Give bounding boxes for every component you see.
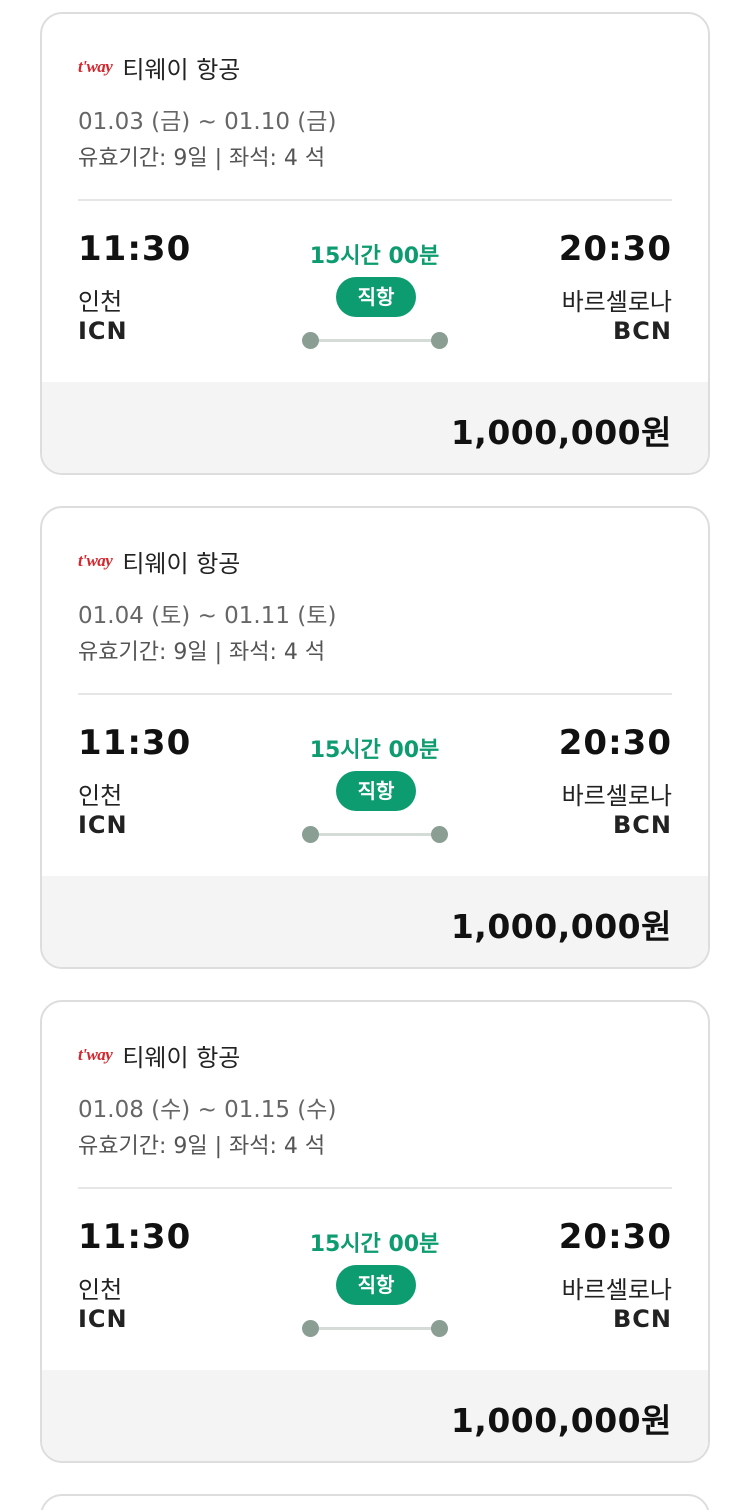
route-end-dot-icon xyxy=(431,332,448,349)
arrival-city: 바르셀로나 xyxy=(561,288,672,316)
flight-duration: 15시간 00분 xyxy=(309,244,440,269)
arrival-code: BCN xyxy=(613,811,672,839)
price-bar: 1,000,000원 xyxy=(42,876,708,967)
departure-city: 인천 xyxy=(78,1276,123,1304)
divider xyxy=(78,1187,672,1189)
departure-time: 11:30 xyxy=(78,229,192,269)
flight-duration: 15시간 00분 xyxy=(309,738,440,763)
arrival-code: BCN xyxy=(613,317,672,345)
tway-logo-icon: t'way xyxy=(78,57,113,76)
arrival-time: 20:30 xyxy=(558,1217,672,1257)
direct-flight-badge: 직항 xyxy=(336,1265,416,1305)
arrival-time: 20:30 xyxy=(558,723,672,763)
route-start-dot-icon xyxy=(302,1320,319,1337)
price: 1,000,000원 xyxy=(450,413,672,452)
travel-dates: 01.08 (수) ~ 01.15 (수) xyxy=(78,1097,337,1123)
route-end-dot-icon xyxy=(431,1320,448,1337)
airline-row: t'way 티웨이 항공 xyxy=(78,52,241,84)
validity-seats: 유효기간: 9일 | 좌석: 4 석 xyxy=(78,1134,326,1159)
airline-name: 티웨이 항공 xyxy=(122,549,241,578)
tway-logo-icon: t'way xyxy=(78,1045,113,1064)
route-start-dot-icon xyxy=(302,332,319,349)
arrival-city: 바르셀로나 xyxy=(561,782,672,810)
route-line xyxy=(310,833,442,836)
price: 1,000,000원 xyxy=(450,1401,672,1440)
flight-card-partial[interactable] xyxy=(40,1494,710,1510)
route-start-dot-icon xyxy=(302,826,319,843)
arrival-code: BCN xyxy=(613,1305,672,1333)
tway-logo-icon: t'way xyxy=(78,551,113,570)
route-end-dot-icon xyxy=(431,826,448,843)
departure-city: 인천 xyxy=(78,782,123,810)
flight-duration: 15시간 00분 xyxy=(309,1232,440,1257)
departure-code: ICN xyxy=(78,317,128,345)
departure-time: 11:30 xyxy=(78,1217,192,1257)
departure-code: ICN xyxy=(78,1305,128,1333)
departure-city: 인천 xyxy=(78,288,123,316)
price: 1,000,000원 xyxy=(450,907,672,946)
flight-card[interactable]: t'way 티웨이 항공 01.03 (금) ~ 01.10 (금) 유효기간:… xyxy=(40,12,710,475)
flight-card[interactable]: t'way 티웨이 항공 01.04 (토) ~ 01.11 (토) 유효기간:… xyxy=(40,506,710,969)
airline-name: 티웨이 항공 xyxy=(122,55,241,84)
flight-card[interactable]: t'way 티웨이 항공 01.08 (수) ~ 01.15 (수) 유효기간:… xyxy=(40,1000,710,1463)
flight-list: t'way 티웨이 항공 01.03 (금) ~ 01.10 (금) 유효기간:… xyxy=(0,0,750,1510)
validity-seats: 유효기간: 9일 | 좌석: 4 석 xyxy=(78,640,326,665)
divider xyxy=(78,693,672,695)
departure-code: ICN xyxy=(78,811,128,839)
validity-seats: 유효기간: 9일 | 좌석: 4 석 xyxy=(78,146,326,171)
price-bar: 1,000,000원 xyxy=(42,382,708,473)
route-line xyxy=(310,1327,442,1330)
direct-flight-badge: 직항 xyxy=(336,771,416,811)
route-line xyxy=(310,339,442,342)
divider xyxy=(78,199,672,201)
travel-dates: 01.03 (금) ~ 01.10 (금) xyxy=(78,109,337,135)
travel-dates: 01.04 (토) ~ 01.11 (토) xyxy=(78,603,337,629)
airline-row: t'way 티웨이 항공 xyxy=(78,546,241,578)
price-bar: 1,000,000원 xyxy=(42,1370,708,1461)
direct-flight-badge: 직항 xyxy=(336,277,416,317)
arrival-city: 바르셀로나 xyxy=(561,1276,672,1304)
airline-row: t'way 티웨이 항공 xyxy=(78,1040,241,1072)
airline-name: 티웨이 항공 xyxy=(122,1043,241,1072)
departure-time: 11:30 xyxy=(78,723,192,763)
arrival-time: 20:30 xyxy=(558,229,672,269)
